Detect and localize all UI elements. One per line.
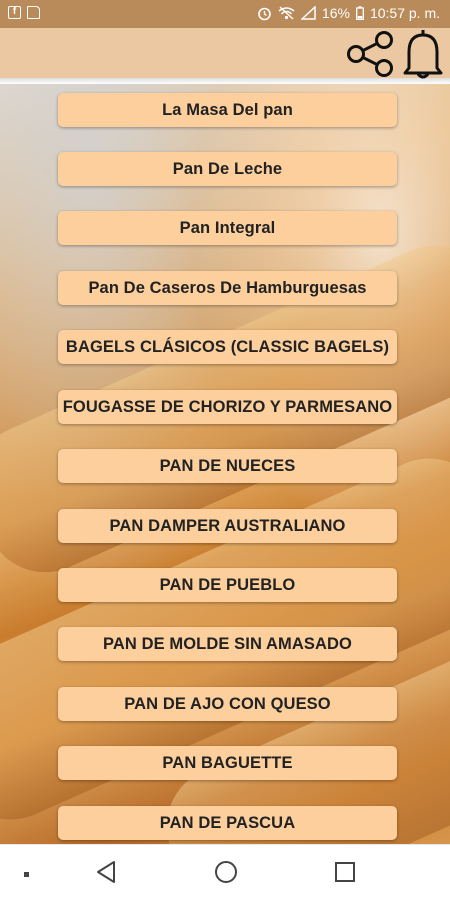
- sd-card-icon: [27, 6, 40, 19]
- menu-item-pan-damper[interactable]: PAN DAMPER AUSTRALIANO: [58, 509, 397, 543]
- menu-item-pan-integral[interactable]: Pan Integral: [58, 211, 397, 245]
- back-icon: [97, 861, 115, 883]
- menu-item-pan-de-nueces[interactable]: PAN DE NUECES: [58, 449, 397, 483]
- status-bar: f 16% 10:57 p. m.: [0, 0, 450, 28]
- facebook-icon: f: [8, 6, 21, 19]
- menu-item-pan-baguette[interactable]: PAN BAGUETTE: [58, 746, 397, 780]
- wifi-off-icon: [278, 6, 295, 20]
- recents-dot-icon: [24, 872, 29, 877]
- signal-icon: [300, 6, 316, 20]
- menu-item-la-masa-del-pan[interactable]: La Masa Del pan: [58, 93, 397, 127]
- recents-dot-button[interactable]: [22, 867, 32, 885]
- navigation-bar: [0, 844, 450, 901]
- bread-background: La Masa Del pan Pan De Leche Pan Integra…: [0, 84, 450, 844]
- overview-button[interactable]: [333, 859, 357, 890]
- status-time: 10:57 p. m.: [369, 5, 440, 21]
- back-button[interactable]: [94, 859, 118, 890]
- status-left-icons: f: [8, 6, 40, 19]
- alarm-icon: [258, 7, 271, 20]
- notifications-button[interactable]: [400, 26, 446, 80]
- home-icon: [215, 861, 237, 883]
- menu-item-pan-de-leche[interactable]: Pan De Leche: [58, 152, 397, 186]
- status-right-icons: 16% 10:57 p. m.: [257, 5, 440, 21]
- menu-item-pan-de-pascua[interactable]: PAN DE PASCUA: [58, 806, 397, 840]
- menu-item-pan-de-molde[interactable]: PAN DE MOLDE SIN AMASADO: [58, 627, 397, 661]
- home-button[interactable]: [213, 859, 239, 890]
- bell-icon: [403, 30, 443, 79]
- share-icon: [347, 31, 393, 77]
- menu-item-fougasse[interactable]: FOUGASSE DE CHORIZO Y PARMESANO: [58, 390, 397, 424]
- battery-icon: [356, 6, 364, 20]
- battery-percent: 16%: [321, 5, 350, 21]
- overview-icon: [335, 862, 355, 882]
- menu-item-pan-hamburguesas[interactable]: Pan De Caseros De Hamburguesas: [58, 271, 397, 305]
- share-button[interactable]: [344, 30, 396, 78]
- menu-item-bagels-clasicos[interactable]: BAGELS CLÁSICOS (CLASSIC BAGELS): [58, 330, 397, 364]
- menu-item-pan-de-ajo[interactable]: PAN DE AJO CON QUESO: [58, 687, 397, 721]
- menu-item-pan-de-pueblo[interactable]: PAN DE PUEBLO: [58, 568, 397, 602]
